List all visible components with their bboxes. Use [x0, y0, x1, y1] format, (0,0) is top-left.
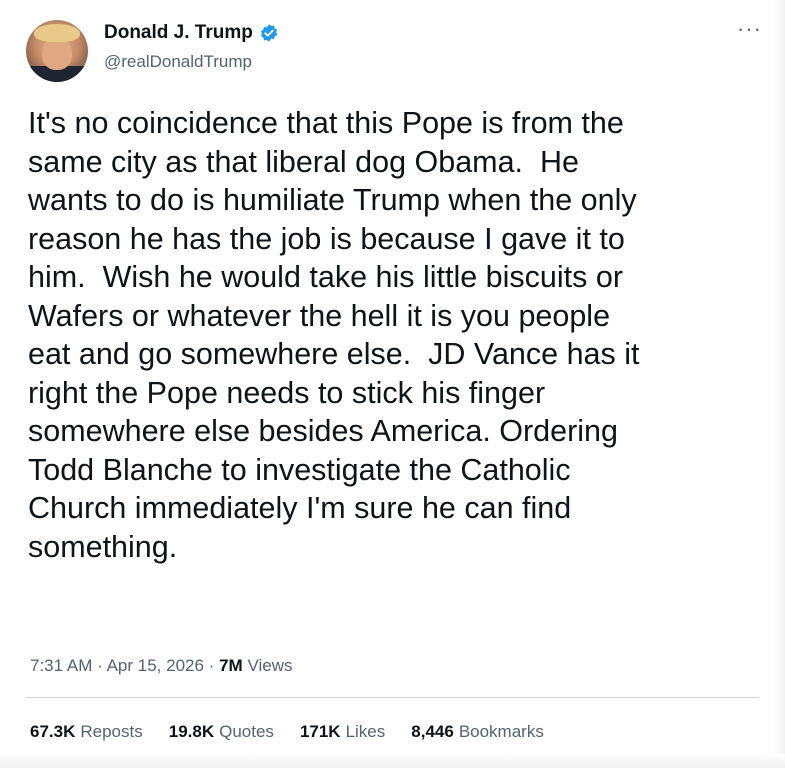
views-label: Views: [247, 656, 293, 675]
bookmarks-stat[interactable]: 8,446 Bookmarks: [411, 722, 544, 742]
tweet-text: It's no coincidence that this Pope is fr…: [28, 106, 640, 564]
likes-label: Likes: [345, 722, 386, 741]
more-options-icon[interactable]: ···: [737, 18, 762, 40]
views-count: 7M: [219, 656, 243, 675]
engagement-stats: 67.3K Reposts 19.8K Quotes 171K Likes 8,446…: [30, 722, 570, 742]
quotes-stat[interactable]: 19.8K Quotes: [169, 722, 274, 742]
avatar[interactable]: [26, 20, 88, 82]
quotes-count: 19.8K: [168, 722, 215, 741]
author-name-row: Donald J. Trump: [104, 22, 279, 44]
tweet-date[interactable]: Apr 15, 2026: [107, 656, 204, 675]
tweet-meta: 7:31 AM · Apr 15, 2026 · 7M Views: [30, 656, 292, 676]
avatar-face: [42, 38, 72, 70]
likes-count: 171K: [299, 722, 341, 741]
quotes-label: Quotes: [219, 722, 274, 741]
bookmarks-label: Bookmarks: [458, 722, 544, 741]
author-handle[interactable]: @realDonaldTrump: [104, 52, 252, 72]
divider: [26, 697, 759, 698]
tweet-card: Donald J. Trump @realDonaldTrump ··· It'…: [0, 0, 785, 768]
verified-badge-icon: [259, 23, 279, 43]
screenshot-edge-right: [773, 0, 785, 768]
reposts-stat[interactable]: 67.3K Reposts: [30, 722, 143, 742]
screenshot-edge-bottom: [0, 754, 785, 768]
reposts-count: 67.3K: [30, 722, 76, 741]
meta-separator: ·: [208, 656, 215, 675]
likes-stat[interactable]: 171K Likes: [300, 722, 385, 742]
tweet-time[interactable]: 7:31 AM: [30, 656, 92, 675]
bookmarks-count: 8,446: [411, 722, 454, 741]
reposts-label: Reposts: [80, 722, 143, 741]
author-display-name[interactable]: Donald J. Trump: [104, 22, 253, 44]
meta-separator: ·: [97, 656, 103, 675]
avatar-hair: [34, 24, 80, 42]
